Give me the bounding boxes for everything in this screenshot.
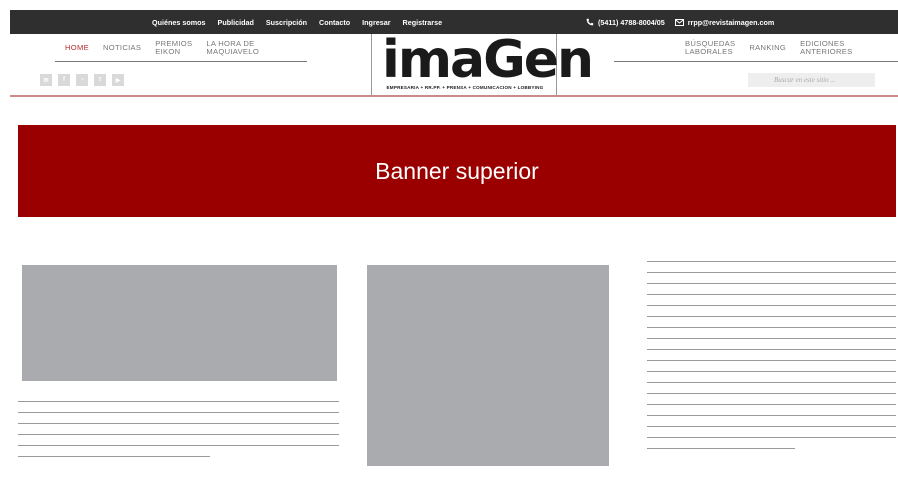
logo-tagline: EMPRESARIA + RR.PP. + PRENSA + COMUNICAC… [386,85,544,90]
phone-contact[interactable]: (5411) 4788-8004/05 [586,18,665,27]
sidebar-text-placeholder [647,261,896,449]
nav-noticias[interactable]: NOTICIAS [103,40,141,52]
top-link-contacto[interactable]: Contacto [319,18,350,27]
youtube-icon[interactable]: ▶ [112,74,124,86]
logo-wordmark: imaGen [382,30,594,90]
top-link-publicidad[interactable]: Publicidad [218,18,254,27]
search-input[interactable] [748,73,875,87]
contact-info: (5411) 4788-8004/05 rrpp@revistaimagen.c… [586,10,774,34]
nav-busquedas-laborales[interactable]: BÚSQUEDAS LABORALES [685,40,735,56]
main-nav-right: BÚSQUEDAS LABORALES RANKING EDICIONES AN… [685,40,852,56]
twitter-icon[interactable]: t [94,74,106,86]
phone-icon [586,18,594,26]
main-nav-left: HOME NOTICIAS PREMIOS EIKON LA HORA DE M… [65,40,259,56]
header-bottom-border [10,95,898,97]
social-links: ✉ f ◔ t ▶ [40,74,124,86]
nav-premios-eikon[interactable]: PREMIOS EIKON [155,40,192,56]
site-logo[interactable]: imaGen EMPRESARIA + RR.PP. + PRENSA + CO… [371,30,594,96]
article-text-placeholder-left [18,401,339,457]
top-link-registrarse[interactable]: Registrarse [403,18,443,27]
site-header: HOME NOTICIAS PREMIOS EIKON LA HORA DE M… [10,34,898,96]
nav-ranking[interactable]: RANKING [749,40,786,52]
email-icon[interactable]: ✉ [40,74,52,86]
email-contact[interactable]: rrpp@revistaimagen.com [674,17,775,27]
banner-label: Banner superior [375,157,539,184]
article-image-placeholder-left[interactable] [22,265,337,381]
nav-home[interactable]: HOME [65,40,89,52]
phone-number: (5411) 4788-8004/05 [598,17,665,27]
nav-divider-left [55,61,307,62]
top-banner[interactable]: Banner superior [18,125,896,217]
top-link-ingresar[interactable]: Ingresar [362,18,390,27]
nav-divider-right [614,61,898,62]
nav-ediciones-anteriores[interactable]: EDICIONES ANTERIORES [800,40,852,56]
email-address: rrpp@revistaimagen.com [687,17,775,27]
top-link-quienes-somos[interactable]: Quiénes somos [152,18,206,27]
top-link-suscripcion[interactable]: Suscripción [266,18,307,27]
envelope-icon [674,18,684,26]
article-image-placeholder-center[interactable] [367,265,609,466]
nav-la-hora-de-maquiavelo[interactable]: LA HORA DE MAQUIAVELO [206,40,259,56]
rss-icon[interactable]: ◔ [76,74,88,86]
facebook-icon[interactable]: f [58,74,70,86]
